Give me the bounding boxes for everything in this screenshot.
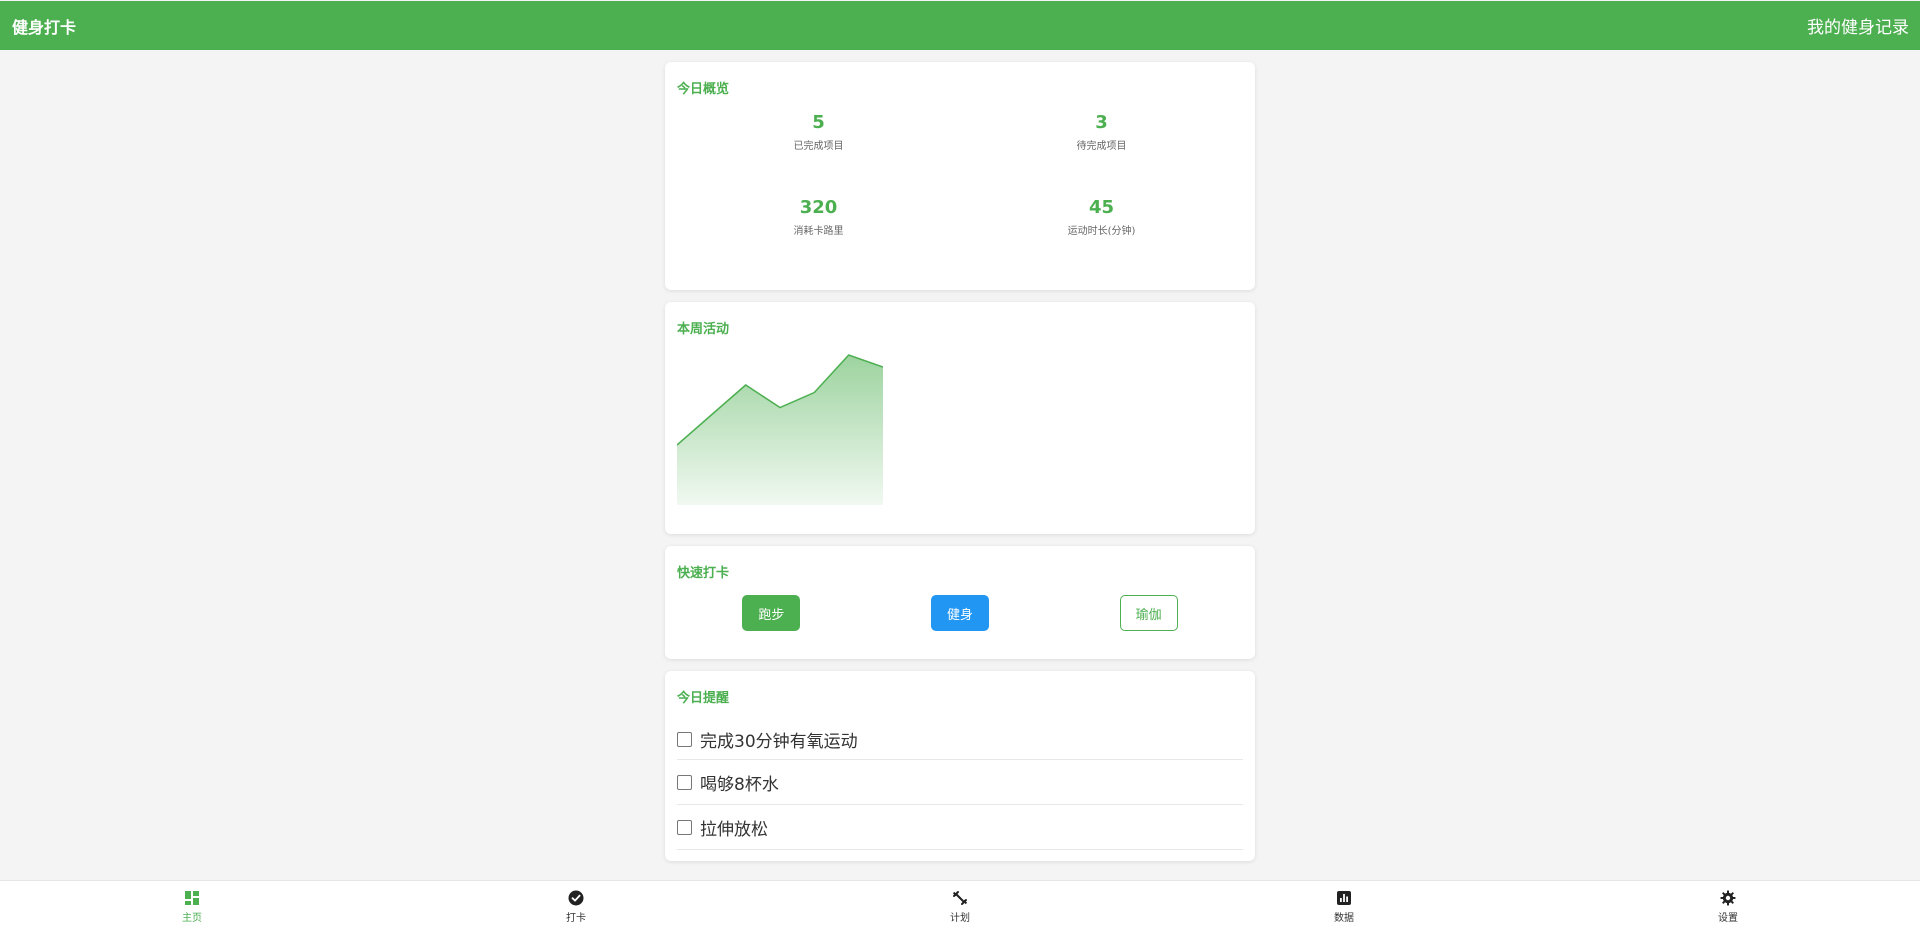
nav-label: 打卡 <box>566 912 586 924</box>
nav-data[interactable]: 数据 <box>1152 881 1536 930</box>
nav-label: 主页 <box>182 912 202 924</box>
quick-checkin-card: 快速打卡 跑步 健身 瑜伽 <box>665 546 1255 659</box>
stat-value: 45 <box>1088 197 1115 218</box>
nav-settings[interactable]: 设置 <box>1536 881 1920 930</box>
bar-chart-icon <box>1337 890 1351 905</box>
reminders-card: 今日提醒 完成30分钟有氧运动 喝够8杯水 拉伸放松 <box>665 671 1255 861</box>
chart-area <box>677 355 883 505</box>
app-header: 健身打卡 我的健身记录 <box>0 1 1920 50</box>
quick-title: 快速打卡 <box>677 566 730 581</box>
stat-pending: 3 待完成项目 <box>960 111 1243 196</box>
bottom-navigation: 主页 打卡 计划 数据 设置 <box>0 880 1920 930</box>
weekly-activity-chart <box>677 354 883 505</box>
stat-label: 消耗卡路里 <box>793 226 844 237</box>
weekly-activity-card: 本周活动 <box>665 302 1255 534</box>
stat-completed: 5 已完成项目 <box>677 111 960 196</box>
reminder-checkbox[interactable] <box>677 732 692 747</box>
page-title: 我的健身记录 <box>1807 18 1909 38</box>
nav-label: 设置 <box>1718 912 1738 924</box>
overview-card: 今日概览 5 已完成项目 3 待完成项目 320 消耗卡路里 45 运动时长(分… <box>665 62 1255 290</box>
check-circle-icon <box>568 890 584 905</box>
run-checkin-button[interactable]: 跑步 <box>742 595 801 631</box>
quick-buttons: 跑步 健身 瑜伽 <box>677 595 1243 631</box>
stat-value: 5 <box>812 112 825 133</box>
list-item[interactable]: 完成30分钟有氧运动 <box>677 720 1243 760</box>
overview-title: 今日概览 <box>677 82 730 97</box>
reminder-checkbox[interactable] <box>677 774 692 790</box>
dashboard-icon <box>185 890 199 905</box>
stat-label: 运动时长(分钟) <box>1067 226 1136 237</box>
reminder-checkbox[interactable] <box>677 819 692 835</box>
reminder-text: 喝够8杯水 <box>700 774 779 795</box>
list-item[interactable]: 喝够8杯水 <box>677 760 1243 805</box>
weekly-title: 本周活动 <box>677 322 730 337</box>
stat-label: 已完成项目 <box>793 141 844 152</box>
reminder-text: 完成30分钟有氧运动 <box>700 732 858 752</box>
stat-duration: 45 运动时长(分钟) <box>960 196 1243 281</box>
stat-value: 320 <box>799 197 838 218</box>
reminder-text: 拉伸放松 <box>700 819 768 840</box>
nav-checkin[interactable]: 打卡 <box>384 881 768 930</box>
gear-icon <box>1720 890 1736 905</box>
nav-plan[interactable]: 计划 <box>768 881 1152 930</box>
reminder-list: 完成30分钟有氧运动 喝够8杯水 拉伸放松 <box>677 720 1243 850</box>
nav-label: 数据 <box>1334 912 1354 924</box>
yoga-checkin-button[interactable]: 瑜伽 <box>1119 595 1178 631</box>
list-item[interactable]: 拉伸放松 <box>677 805 1243 850</box>
stat-label: 待完成项目 <box>1076 141 1127 152</box>
app-brand: 健身打卡 <box>12 17 77 37</box>
stats-grid: 5 已完成项目 3 待完成项目 320 消耗卡路里 45 运动时长(分钟) <box>677 111 1243 281</box>
main-content: 今日概览 5 已完成项目 3 待完成项目 320 消耗卡路里 45 运动时长(分… <box>665 62 1255 873</box>
fitness-icon <box>952 890 968 905</box>
nav-label: 计划 <box>950 912 970 924</box>
stat-value: 3 <box>1095 112 1108 133</box>
gym-checkin-button[interactable]: 健身 <box>930 595 989 631</box>
reminders-title: 今日提醒 <box>677 691 730 706</box>
stat-calories: 320 消耗卡路里 <box>677 196 960 281</box>
nav-home[interactable]: 主页 <box>0 881 384 930</box>
